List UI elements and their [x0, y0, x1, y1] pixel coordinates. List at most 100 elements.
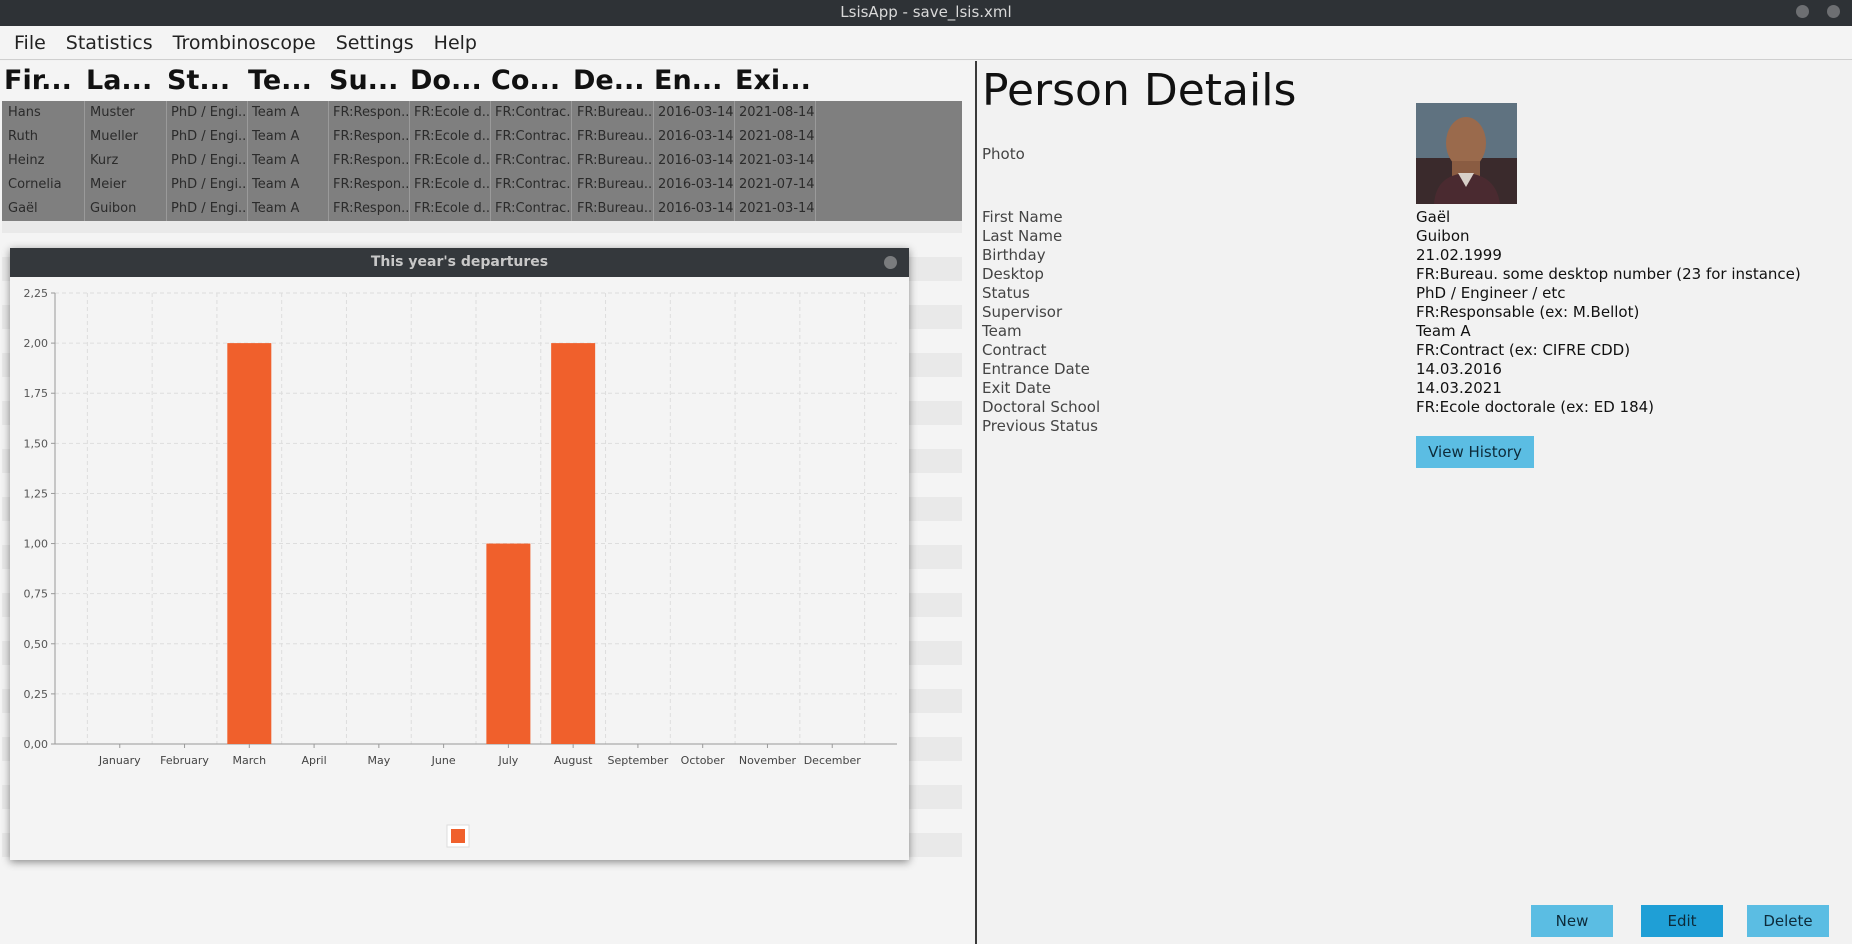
close-icon[interactable]: [1827, 5, 1840, 18]
column-header[interactable]: Exi...: [735, 65, 814, 96]
y-tick-label: 1,75: [24, 387, 49, 400]
menu-settings[interactable]: Settings: [326, 26, 424, 60]
field-label: Entrance Date: [982, 360, 1090, 378]
field-label: First Name: [982, 208, 1063, 226]
table-cell: Team A: [248, 125, 329, 149]
table-cell: Team A: [248, 101, 329, 125]
table-cell: FR:Respon...: [329, 125, 410, 149]
table-cell: FR:Respon...: [329, 173, 410, 197]
page-title: Person Details: [982, 65, 1297, 116]
y-tick-label: 2,25: [24, 287, 49, 300]
table-cell: FR:Ecole d...: [410, 149, 491, 173]
menu-statistics[interactable]: Statistics: [56, 26, 163, 60]
table-row[interactable]: Hans Muster PhD / Engi... Team A FR:Respon..…: [2, 101, 962, 125]
field-value: Gaël: [1416, 208, 1451, 226]
table-cell: Ruth: [4, 125, 85, 149]
column-header[interactable]: Do...: [410, 65, 489, 96]
table-cell: 2016-03-14: [654, 125, 735, 149]
x-tick-label: June: [431, 754, 456, 767]
table-cell: 2021-07-14: [735, 173, 816, 197]
field-label: Status: [982, 284, 1030, 302]
y-tick-label: 0,25: [24, 688, 49, 701]
person-photo-image: [1416, 103, 1517, 204]
table-cell: FR:Respon...: [329, 149, 410, 173]
y-tick-label: 1,50: [24, 437, 49, 450]
field-label: Birthday: [982, 246, 1046, 264]
edit-button[interactable]: Edit: [1641, 905, 1723, 937]
table-cell: FR:Contrac...: [491, 101, 572, 125]
table-cell: FR:Contrac...: [491, 149, 572, 173]
chart-window-title: This year's departures: [370, 254, 549, 270]
legend-swatch: [451, 829, 465, 843]
table-cell: Hans: [4, 101, 85, 125]
table-row[interactable]: Ruth Mueller PhD / Engi... Team A FR:Respon.…: [2, 125, 962, 149]
departures-bar-chart: 0,00 0,25 0,50 0,75 1,00 1,25 1,50 1,75 2,00 2,25…: [24, 287, 897, 848]
person-photo: [1416, 103, 1517, 204]
field-value: 21.02.1999: [1416, 246, 1502, 264]
window-title: LsisApp - save_lsis.xml: [840, 3, 1012, 21]
bar-march: [227, 343, 272, 744]
photo-label: Photo: [982, 145, 1025, 163]
x-tick-label: January: [98, 754, 141, 767]
menubar: File Statistics Trombinoscope Settings H…: [0, 26, 1852, 60]
table-row[interactable]: Cornelia Meier PhD / Engi... Team A FR:Respo…: [2, 173, 962, 197]
column-header[interactable]: Fir...: [4, 65, 83, 96]
field-label: Desktop: [982, 265, 1044, 283]
y-tick-label: 0,50: [24, 638, 49, 651]
column-header[interactable]: Co...: [491, 65, 570, 96]
field-value: PhD / Engineer / etc: [1416, 284, 1566, 302]
table-cell: FR:Contrac...: [491, 173, 572, 197]
table-cell: PhD / Engi...: [167, 173, 248, 197]
table-cell: FR:Bureau....: [573, 173, 654, 197]
delete-button[interactable]: Delete: [1747, 905, 1829, 937]
bar-august: [551, 343, 596, 744]
view-history-button[interactable]: View History: [1416, 436, 1534, 468]
table-cell: 2021-03-14: [735, 149, 816, 173]
menu-help[interactable]: Help: [424, 26, 487, 60]
minimize-icon[interactable]: [1796, 5, 1809, 18]
table-cell: 2016-03-14: [654, 101, 735, 125]
table-cell: 2021-08-14: [735, 101, 816, 125]
column-header[interactable]: Te...: [248, 65, 327, 96]
table-cell: FR:Respon...: [329, 197, 410, 221]
x-tick-label: December: [804, 754, 862, 767]
table-cell: FR:Ecole d...: [410, 101, 491, 125]
column-header[interactable]: La...: [86, 65, 165, 96]
table-cell: FR:Bureau....: [573, 197, 654, 221]
y-tick-label: 0,75: [24, 588, 49, 601]
table-cell: PhD / Engi...: [167, 101, 248, 125]
menu-trombinoscope[interactable]: Trombinoscope: [163, 26, 326, 60]
table-cell: FR:Ecole d...: [410, 197, 491, 221]
table-cell: FR:Ecole d...: [410, 173, 491, 197]
table-cell: PhD / Engi...: [167, 197, 248, 221]
table-cell: FR:Respon...: [329, 101, 410, 125]
menu-file[interactable]: File: [4, 26, 56, 60]
x-tick-label: February: [160, 754, 209, 767]
column-header[interactable]: Su...: [329, 65, 408, 96]
departures-chart-window: This year's departures 0,00 0,25 0,50 0,75 1…: [10, 248, 909, 860]
chart-close-icon[interactable]: [884, 256, 897, 269]
x-tick-label: November: [739, 754, 797, 767]
chart-window-titlebar[interactable]: This year's departures: [10, 248, 909, 277]
table-cell: Team A: [248, 149, 329, 173]
column-header[interactable]: En...: [654, 65, 733, 96]
x-tick-label: July: [497, 754, 518, 767]
table-row[interactable]: Heinz Kurz PhD / Engi... Team A FR:Respon...…: [2, 149, 962, 173]
x-tick-label: September: [608, 754, 669, 767]
table-cell: Guibon: [86, 197, 167, 221]
field-label: Contract: [982, 341, 1047, 359]
table-cell: Mueller: [86, 125, 167, 149]
y-tick-label: 1,25: [24, 487, 49, 500]
column-header[interactable]: St...: [167, 65, 246, 96]
field-value: FR:Ecole doctorale (ex: ED 184): [1416, 398, 1655, 416]
field-value: Guibon: [1416, 227, 1470, 245]
new-button[interactable]: New: [1531, 905, 1613, 937]
field-label: Previous Status: [982, 417, 1098, 435]
table-cell: FR:Contrac...: [491, 125, 572, 149]
table-cell: 2016-03-14: [654, 173, 735, 197]
table-cell: FR:Bureau....: [573, 149, 654, 173]
field-value: FR:Bureau. some desktop number (23 for i…: [1416, 265, 1801, 283]
table-row[interactable]: Gaël Guibon PhD / Engi... Team A FR:Respon..…: [2, 197, 962, 221]
x-tick-label: May: [367, 754, 390, 767]
column-header[interactable]: De...: [573, 65, 652, 96]
